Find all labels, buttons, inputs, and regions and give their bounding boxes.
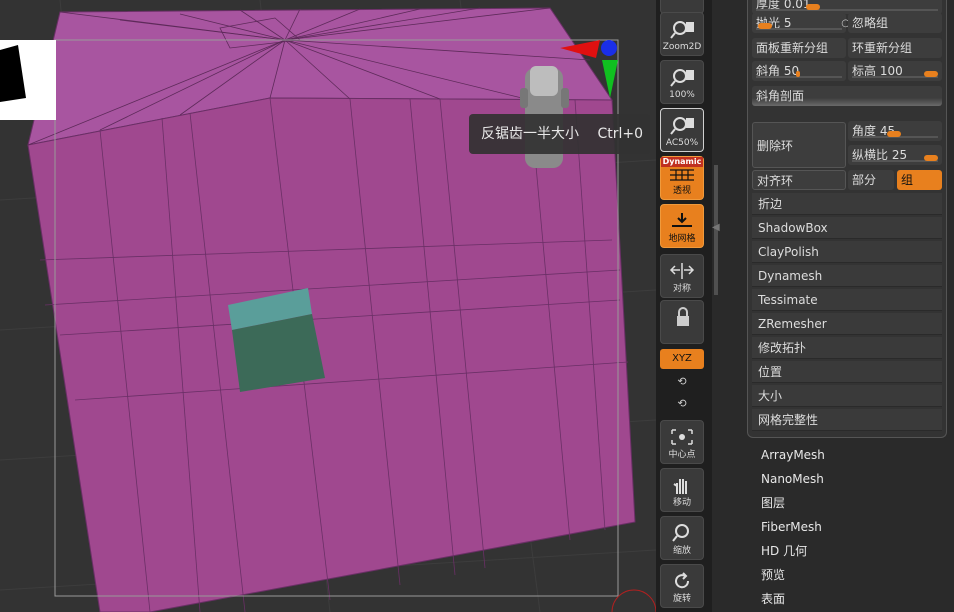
magnifier-icon: [672, 524, 689, 542]
magnifier-icon: [670, 69, 694, 87]
loop-regroup-button[interactable]: 环重新分组: [848, 38, 942, 58]
panel-scroll-gutter: ◀: [712, 0, 746, 612]
preview-subpalette[interactable]: 预览: [761, 565, 785, 585]
rotate-button[interactable]: 旋转: [660, 564, 704, 608]
symmetry-button[interactable]: 对称: [660, 254, 704, 298]
angle-slider[interactable]: 角度 45: [848, 121, 942, 141]
dynamic-label: Dynamic: [661, 157, 703, 167]
bevel-profile-curve[interactable]: 斜角剖面: [752, 86, 942, 106]
ignore-groups-button[interactable]: 忽略组: [848, 13, 942, 33]
groups-toggle[interactable]: 组: [897, 170, 942, 190]
viewport-scene: [0, 0, 656, 612]
delete-loops-button[interactable]: 删除环: [752, 122, 846, 168]
shadowbox-subpalette[interactable]: ShadowBox: [752, 217, 942, 239]
tooltip-shortcut: Ctrl+0: [597, 126, 644, 142]
position-subpalette[interactable]: 位置: [752, 361, 942, 383]
gizmo-z-ball[interactable]: [601, 40, 617, 56]
xyz-rotate-button[interactable]: XYZ: [660, 349, 704, 369]
bevel-slider[interactable]: 斜角 50: [752, 61, 846, 81]
surface-subpalette[interactable]: 表面: [761, 589, 785, 609]
floor-icon: [672, 213, 692, 227]
actual-size-button[interactable]: 100%: [660, 60, 704, 104]
panel-regroup-button[interactable]: 面板重新分组: [752, 38, 846, 58]
scale-button[interactable]: 缩放: [660, 516, 704, 560]
align-loops-button[interactable]: 对齐环: [752, 170, 846, 190]
size-subpalette[interactable]: 大小: [752, 385, 942, 407]
hd-geometry-subpalette[interactable]: HD 几何: [761, 541, 807, 561]
tessimate-subpalette[interactable]: Tessimate: [752, 289, 942, 311]
elevation-slider[interactable]: 标高 100: [848, 61, 942, 81]
tooltip-text: 反锯齿一半大小: [481, 126, 579, 142]
center-button[interactable]: 中心点: [660, 420, 704, 464]
crease-subpalette[interactable]: 折边: [752, 193, 942, 215]
lock-icon: [677, 307, 689, 326]
collapse-arrow-icon[interactable]: ◀: [712, 222, 720, 233]
polish-slider[interactable]: 抛光 5 ○: [752, 13, 850, 33]
tooltip: 反锯齿一半大小 Ctrl+0: [469, 114, 650, 154]
fibermesh-subpalette[interactable]: FiberMesh: [761, 517, 822, 537]
modify-topology-subpalette[interactable]: 修改拓扑: [752, 337, 942, 359]
right-toolbar: Zoom2D 100% AC50% Dynamic 透视 地网格 对称 XYZ …: [656, 0, 712, 612]
nanomesh-subpalette[interactable]: NanoMesh: [761, 469, 824, 489]
mesh-integrity-subpalette[interactable]: 网格完整性: [752, 409, 942, 431]
magnifier-icon: [670, 21, 694, 39]
claypolish-subpalette[interactable]: ClayPolish: [752, 241, 942, 263]
zoom2d-button[interactable]: Zoom2D: [660, 12, 704, 56]
hand-icon: [673, 479, 687, 494]
rotate-y-icon[interactable]: ⟲: [674, 375, 690, 391]
mesh-front-face: [27, 97, 636, 612]
floor-grid-button[interactable]: 地网格: [660, 204, 704, 248]
aspect-ratio-slider[interactable]: 纵横比 25: [848, 145, 942, 165]
antialias-half-button[interactable]: AC50%: [660, 108, 704, 152]
thickness-slider[interactable]: 厚度 0.01: [752, 0, 942, 14]
center-icon: [671, 429, 693, 445]
rotate-z-icon[interactable]: ⟲: [674, 397, 690, 413]
perspective-button[interactable]: Dynamic 透视: [660, 156, 704, 200]
dynamesh-subpalette[interactable]: Dynamesh: [752, 265, 942, 287]
symmetry-icon: [669, 263, 695, 279]
layers-subpalette[interactable]: 图层: [761, 493, 785, 513]
rotate-icon: [675, 572, 690, 589]
zremesher-subpalette[interactable]: ZRemesher: [752, 313, 942, 335]
magnifier-icon: [670, 117, 694, 135]
geometry-palette: 厚度 0.01 抛光 5 ○ 忽略组 面板重新分组 环重新分组 斜角 50 标高…: [747, 0, 947, 438]
lock-camera-button[interactable]: [660, 300, 704, 344]
canvas-viewport[interactable]: [0, 0, 656, 612]
move-button[interactable]: 移动: [660, 468, 704, 512]
partial-toggle[interactable]: 部分: [848, 170, 894, 190]
grid-icon: [670, 169, 694, 181]
arraymesh-subpalette[interactable]: ArrayMesh: [761, 445, 825, 465]
